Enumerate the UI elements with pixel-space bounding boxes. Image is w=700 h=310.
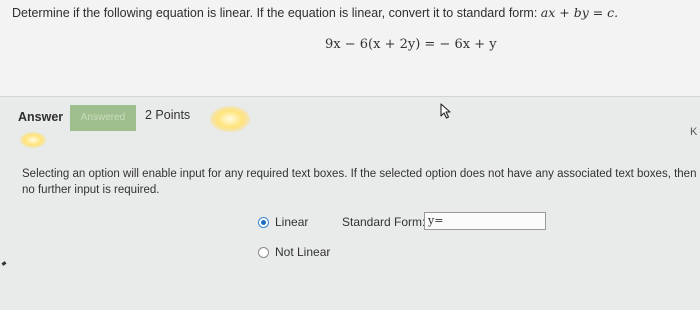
question-prompt: Determine if the following equation is l… <box>12 5 618 20</box>
question-panel: Determine if the following equation is l… <box>0 0 700 97</box>
equation: 9x − 6(x + 2y) = − 6x + y <box>325 37 497 52</box>
answered-badge: Answered <box>70 105 136 131</box>
radio-linear[interactable] <box>258 216 269 228</box>
option-not-linear-label: Not Linear <box>275 245 331 259</box>
radio-not-linear[interactable] <box>258 246 269 258</box>
points-label: 2 Points <box>145 108 191 122</box>
standard-form-input[interactable]: y= <box>424 212 546 230</box>
option-linear[interactable]: Linear <box>258 215 308 229</box>
mouse-pointer-icon <box>440 103 452 124</box>
prompt-text: Determine if the following equation is l… <box>12 6 541 20</box>
answer-label: Answer <box>18 110 64 124</box>
prompt-standard-form-math: ax + by = c. <box>540 5 619 20</box>
instructions-text: Selecting an option will enable input fo… <box>22 168 697 196</box>
option-linear-label: Linear <box>275 215 309 229</box>
edge-cutoff-letter: K <box>690 126 698 138</box>
option-not-linear[interactable]: Not Linear <box>258 245 330 259</box>
screen-glare <box>20 132 46 148</box>
screen-glare <box>210 106 250 132</box>
standard-form-label: Standard Form: <box>342 215 426 229</box>
stray-mark <box>1 261 7 266</box>
